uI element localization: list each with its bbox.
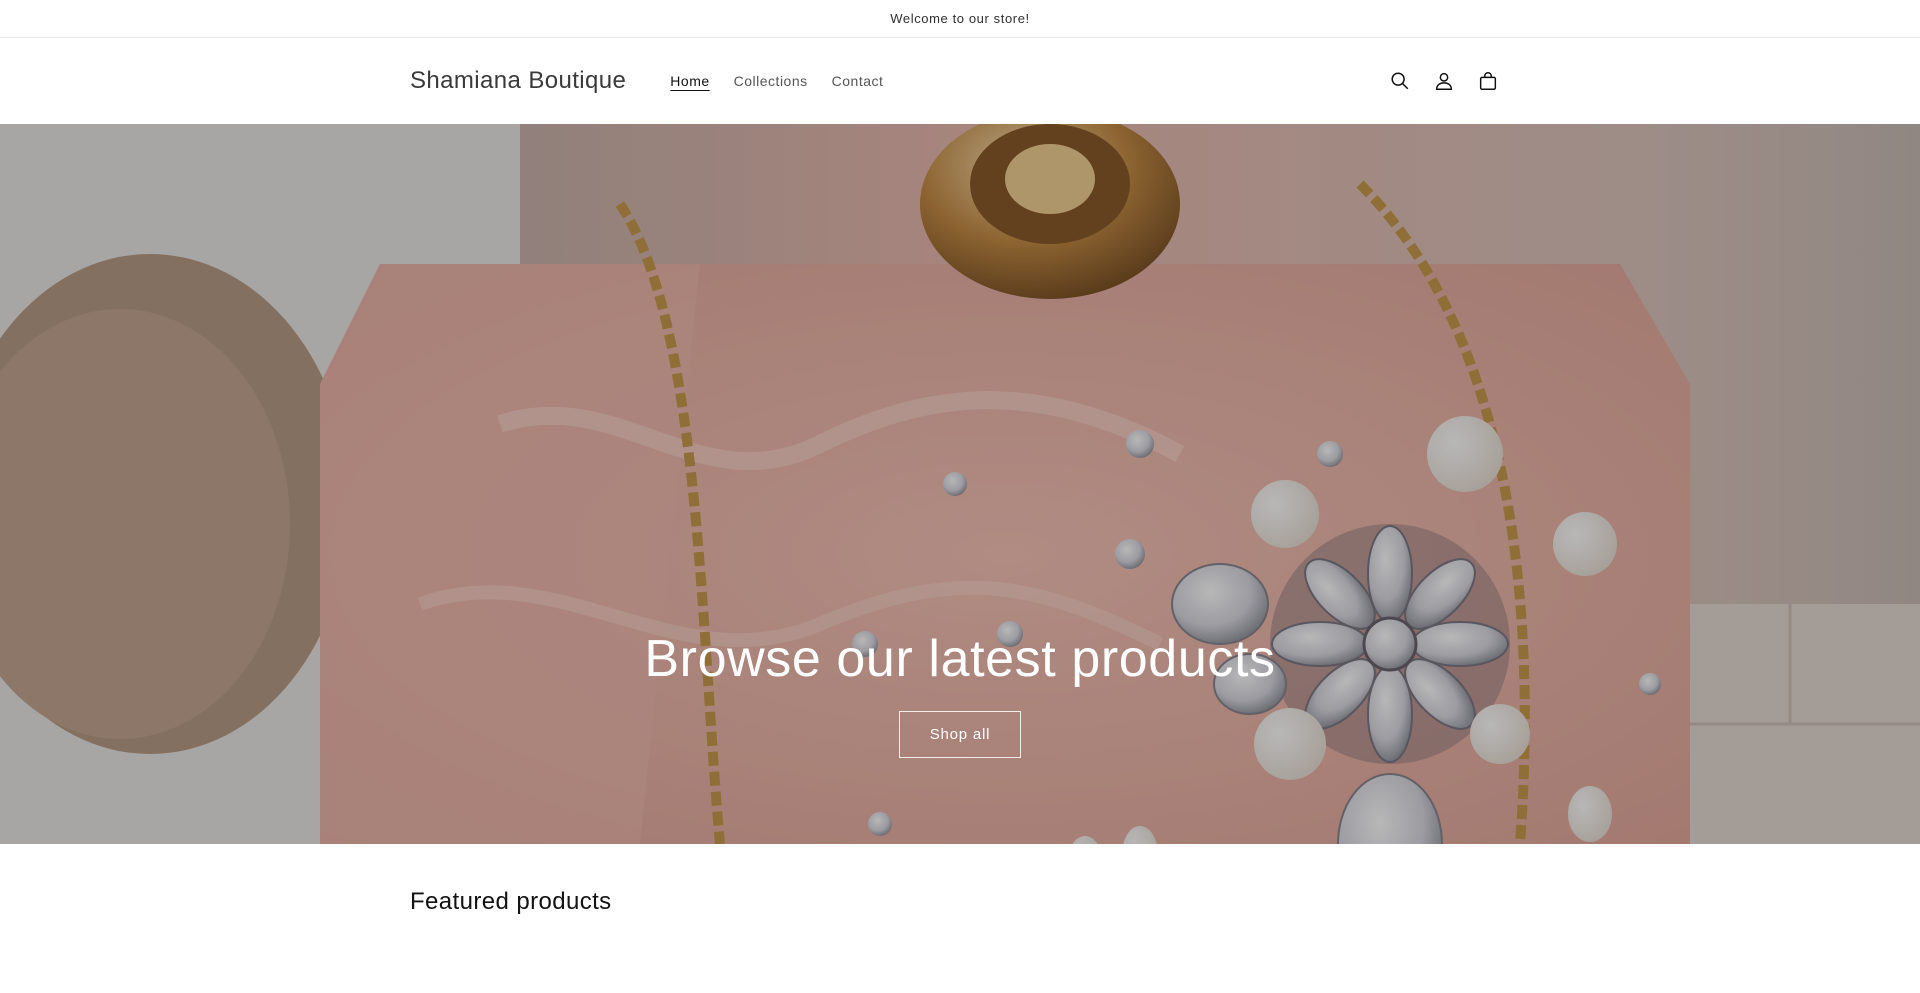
account-button[interactable] [1422, 59, 1466, 103]
nav-home[interactable]: Home [658, 67, 721, 95]
announcement-text: Welcome to our store! [890, 11, 1030, 26]
hero-content: Browse our latest products Shop all [0, 629, 1920, 758]
shop-all-button[interactable]: Shop all [899, 711, 1021, 758]
search-icon [1391, 72, 1409, 90]
hero-title: Browse our latest products [644, 630, 1276, 688]
cart-icon [1479, 72, 1497, 90]
account-icon [1435, 72, 1453, 90]
search-button[interactable] [1378, 59, 1422, 103]
featured-products-section: Featured products [0, 844, 1920, 916]
cart-button[interactable] [1466, 59, 1510, 103]
nav-collections[interactable]: Collections [722, 67, 820, 95]
announcement-bar: Welcome to our store! [0, 0, 1920, 38]
brand-logo-link[interactable]: Shamiana Boutique [410, 67, 626, 95]
hero-banner: Browse our latest products Shop all [0, 124, 1920, 844]
featured-products-title: Featured products [410, 888, 612, 915]
header-icons [1378, 59, 1510, 103]
nav-contact[interactable]: Contact [820, 67, 896, 95]
site-header: Shamiana Boutique Home Collections Conta… [0, 38, 1920, 124]
main-nav: Home Collections Contact [658, 67, 895, 95]
